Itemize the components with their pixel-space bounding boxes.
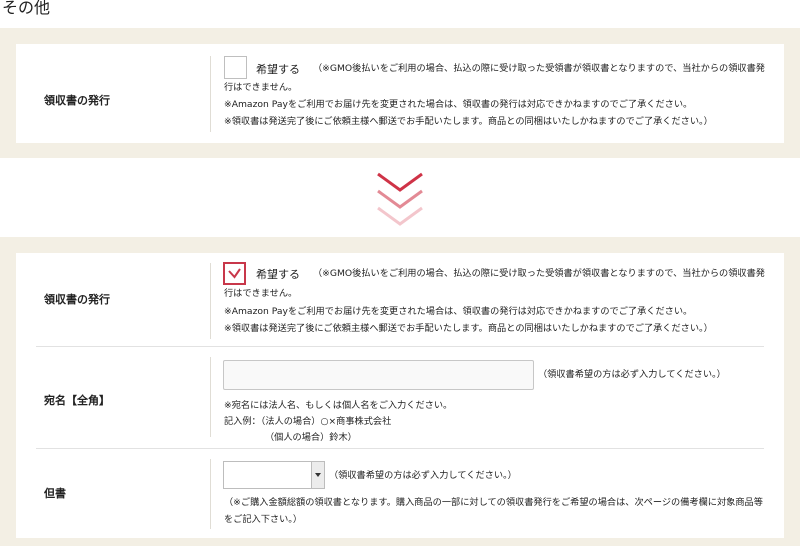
receipt-checkbox-label: 希望する <box>256 63 300 76</box>
proviso-note-line2: をご記入下さい。） <box>224 514 303 525</box>
receipt-note-line1: （※GMO後払いをご利用の場合、払込の際に受け取った受領書が領収書となりますので… <box>313 268 765 279</box>
proviso-select[interactable] <box>223 461 325 489</box>
chevron-down-icon[interactable] <box>311 462 324 488</box>
receipt-note-line3: ※Amazon Payをご利用でお届け先を変更された場合は、領収書の発行は対応で… <box>224 99 693 110</box>
addressee-row: 宛名【全角】 （領収書希望の方は必ず入力してください。） ※宛名には法人名、もし… <box>16 347 784 447</box>
row-divider <box>210 459 211 529</box>
receipt-note-line2: 行はできません。 <box>224 288 298 299</box>
receipt-note-line2: 行はできません。 <box>224 82 298 93</box>
addressee-hint: （領収書希望の方は必ず入力してください。） <box>538 369 726 380</box>
receipt-note-line1: （※GMO後払いをご利用の場合、払込の際に受け取った受領書が領収書となりますので… <box>313 63 765 74</box>
checkmark-icon <box>228 268 241 279</box>
addressee-label: 宛名【全角】 <box>44 394 110 407</box>
after-panel: 領収書の発行 希望する （※GMO後払いをご利用の場合、払込の際に受け取った受領… <box>0 237 800 546</box>
receipt-note-line4: ※領収書は発送完了後にご依頼主様へ郵送でお手配いたします。商品との同梱はいたしか… <box>224 116 713 127</box>
row-divider <box>210 56 211 132</box>
proviso-hint: （領収書希望の方は必ず入力してください。） <box>329 470 517 481</box>
proviso-label: 但書 <box>44 487 66 500</box>
addressee-input[interactable] <box>223 360 534 390</box>
receipt-checkbox-unchecked[interactable] <box>224 56 247 79</box>
addressee-note: ※宛名には法人名、もしくは個人名をご入力ください。 <box>224 400 453 411</box>
proviso-row: 但書 （領収書希望の方は必ず入力してください。） （※ご購入金額総額の領収書とな… <box>16 449 784 538</box>
chevron-down-double-icon <box>377 172 423 226</box>
receipt-row-before: 領収書の発行 希望する （※GMO後払いをご利用の場合、払込の際に受け取った受領… <box>16 44 784 143</box>
receipt-checkbox-label: 希望する <box>256 268 300 281</box>
receipt-note-line3: ※Amazon Payをご利用でお届け先を変更された場合は、領収書の発行は対応で… <box>224 306 693 317</box>
addressee-example-individual: （個人の場合）鈴木） <box>265 432 357 443</box>
row-divider <box>210 263 211 339</box>
receipt-row-after: 領収書の発行 希望する （※GMO後払いをご利用の場合、払込の際に受け取った受領… <box>16 253 784 345</box>
row-divider <box>210 357 211 437</box>
proviso-note-line1: （※ご購入金額総額の領収書となります。購入商品の一部に対しての領収書発行をご希望… <box>224 497 763 508</box>
receipt-note-line4: ※領収書は発送完了後にご依頼主様へ郵送でお手配いたします。商品との同梱はいたしか… <box>224 323 713 334</box>
receipt-label: 領収書の発行 <box>44 94 110 107</box>
receipt-card-after: 領収書の発行 希望する （※GMO後払いをご利用の場合、払込の際に受け取った受領… <box>16 253 784 538</box>
receipt-checkbox-checked[interactable] <box>223 262 246 285</box>
receipt-label: 領収書の発行 <box>44 293 110 306</box>
receipt-card-before: 領収書の発行 希望する （※GMO後払いをご利用の場合、払込の際に受け取った受領… <box>16 44 784 143</box>
before-panel: 領収書の発行 希望する （※GMO後払いをご利用の場合、払込の際に受け取った受領… <box>0 28 800 158</box>
page-title: その他 <box>2 0 51 17</box>
addressee-example-corporate: 記入例：（法人の場合）○×商事株式会社 <box>224 416 392 427</box>
